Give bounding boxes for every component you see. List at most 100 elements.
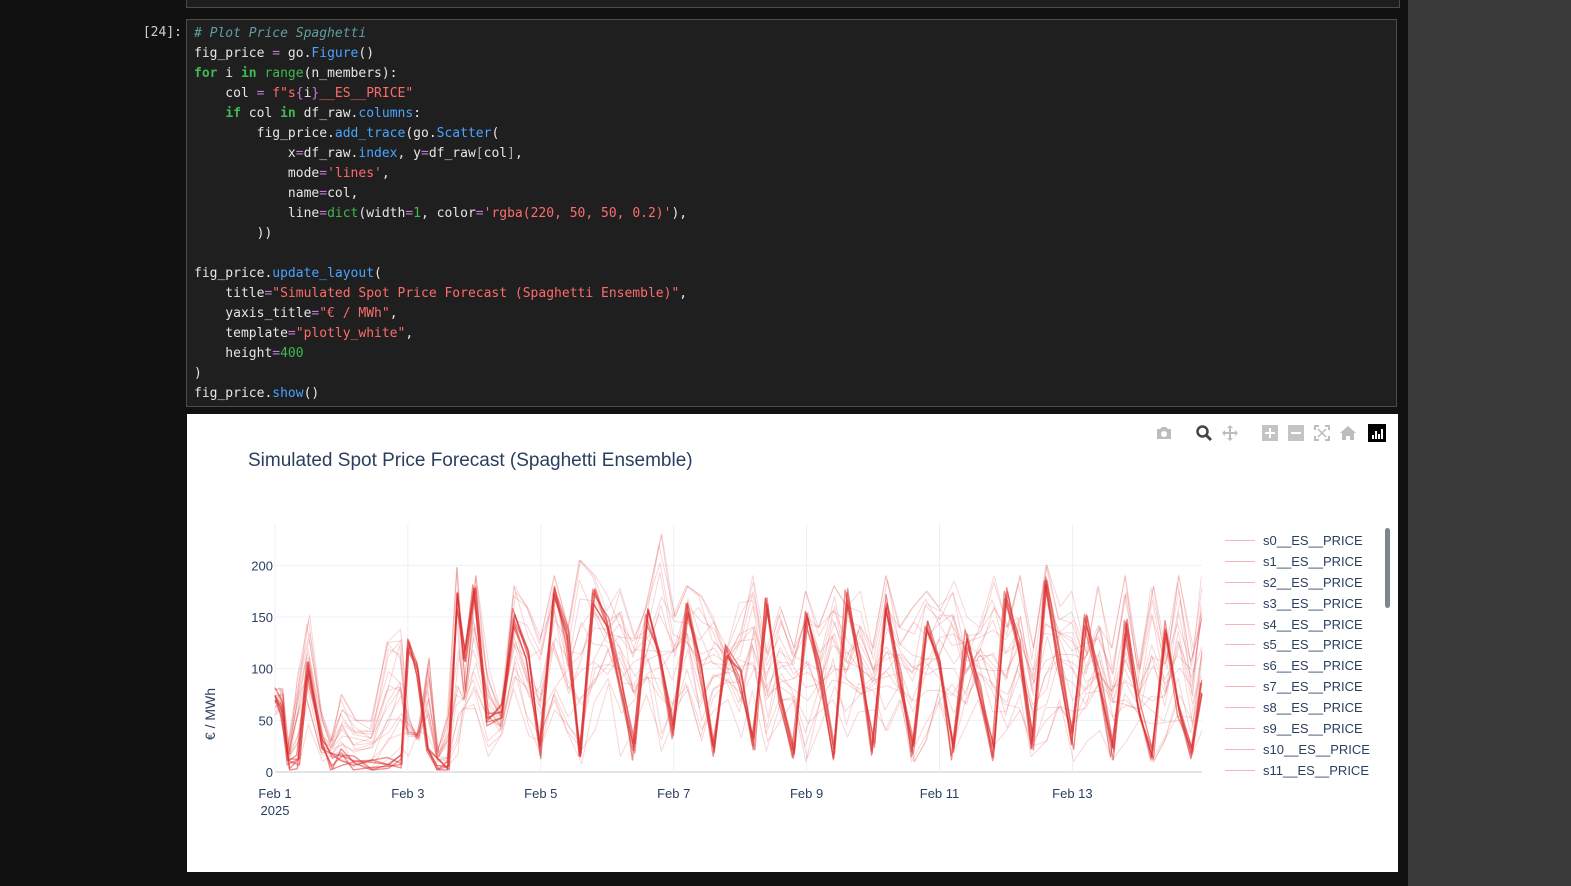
- legend-item[interactable]: s2__ES__PRICE: [1225, 572, 1370, 593]
- legend-swatch: [1225, 644, 1255, 646]
- code-line: line=dict(width=1, color='rgba(220, 50, …: [194, 204, 687, 224]
- legend-item[interactable]: s4__ES__PRICE: [1225, 614, 1370, 635]
- code-token: yaxis_title: [194, 306, 312, 321]
- code-line: mode='lines',: [194, 164, 687, 184]
- code-token: 400: [280, 346, 304, 361]
- legend-swatch: [1225, 686, 1255, 688]
- code-token: index: [358, 146, 398, 161]
- code-line: col = f"s{i}__ES__PRICE": [194, 84, 687, 104]
- code-token: i: [217, 66, 241, 81]
- code-token: height: [194, 346, 273, 361]
- code-line: for i in range(n_members):: [194, 64, 687, 84]
- code-line: yaxis_title="€ / MWh",: [194, 304, 687, 324]
- previous-cell: [186, 0, 1400, 8]
- code-token: if: [225, 106, 241, 121]
- legend-label: s9__ES__PRICE: [1263, 720, 1363, 736]
- legend-swatch: [1225, 581, 1255, 583]
- code-token: in: [280, 106, 296, 121]
- code-line: template="plotly_white",: [194, 324, 687, 344]
- legend-item[interactable]: s9__ES__PRICE: [1225, 718, 1370, 739]
- legend-label: s6__ES__PRICE: [1263, 658, 1363, 674]
- code-token: =: [295, 146, 304, 161]
- x-tick-label: Feb 13: [1052, 786, 1092, 801]
- code-token: (: [374, 266, 382, 281]
- code-editor[interactable]: # Plot Price Spaghetti fig_price = go.Fig…: [194, 24, 687, 404]
- code-token: (): [358, 46, 375, 61]
- code-token: ,: [679, 286, 688, 301]
- legend-label: s3__ES__PRICE: [1263, 595, 1363, 611]
- plot-area[interactable]: 0 50 100 150 200 Feb 1 2025 Feb 3 Feb 5 Feb 7 Feb …: [187, 414, 1398, 872]
- legend-item[interactable]: s6__ES__PRICE: [1225, 655, 1370, 676]
- code-token: f"s: [272, 86, 296, 101]
- legend-item[interactable]: s5__ES__PRICE: [1225, 634, 1370, 655]
- legend-item[interactable]: s8__ES__PRICE: [1225, 697, 1370, 718]
- x-tick-label: Feb 7: [657, 786, 690, 801]
- y-tick-label: 200: [251, 558, 273, 573]
- code-token: ),: [671, 206, 688, 221]
- right-gutter: [1408, 0, 1571, 886]
- code-line: # Plot Price Spaghetti: [194, 24, 687, 44]
- code-token: line: [194, 206, 320, 221]
- code-token: # Plot Price Spaghetti: [194, 26, 367, 41]
- code-line: if col in df_raw.columns:: [194, 104, 687, 124]
- legend-item[interactable]: s11__ES__PRICE: [1225, 760, 1370, 781]
- code-token: Figure: [311, 46, 359, 61]
- code-token: col: [483, 146, 508, 161]
- plot-output: Simulated Spot Price Forecast (Spaghetti…: [187, 414, 1398, 872]
- x-tick-label: Feb 1 2025: [258, 786, 291, 818]
- code-token: range: [264, 66, 304, 81]
- code-token: "Simulated Spot Price Forecast (Spaghett…: [272, 286, 680, 301]
- code-token: =: [421, 146, 429, 161]
- code-token: {: [295, 86, 304, 101]
- code-token: ,: [381, 166, 390, 181]
- code-token: (n_members):: [303, 66, 398, 81]
- code-token: 'lines': [327, 166, 382, 181]
- legend-item[interactable]: s0__ES__PRICE: [1225, 530, 1370, 551]
- code-token: )): [194, 226, 273, 241]
- code-token: in: [240, 66, 257, 81]
- code-token: =: [319, 186, 328, 201]
- legend-label: s11__ES__PRICE: [1263, 762, 1369, 778]
- code-token: =: [405, 206, 414, 221]
- code-line: fig_price.show(): [194, 384, 687, 404]
- code-token: template: [194, 326, 288, 341]
- legend-item[interactable]: s10__ES__PRICE: [1225, 739, 1370, 760]
- code-cell[interactable]: # Plot Price Spaghetti fig_price = go.Fig…: [186, 19, 1397, 407]
- code-token: for: [194, 66, 218, 81]
- code-token: =: [287, 326, 296, 341]
- x-tick-label: Feb 9: [790, 786, 823, 801]
- code-line: fig_price.add_trace(go.Scatter(: [194, 124, 687, 144]
- code-token: fig_price: [194, 46, 273, 61]
- code-token: update_layout: [272, 266, 375, 281]
- legend-swatch: [1225, 769, 1255, 771]
- x-tick-label: Feb 11: [920, 786, 960, 801]
- legend-swatch: [1225, 748, 1255, 750]
- code-token: col,: [327, 186, 359, 201]
- code-token: , y: [397, 146, 421, 161]
- code-token: df_raw.: [295, 106, 359, 121]
- code-token: col: [194, 86, 257, 101]
- code-line: fig_price.update_layout(: [194, 264, 687, 284]
- legend-label: s0__ES__PRICE: [1263, 532, 1363, 548]
- code-token: ]: [507, 146, 515, 161]
- x-tick-label: Feb 3: [391, 786, 424, 801]
- legend-label: s2__ES__PRICE: [1263, 574, 1363, 590]
- code-token: =: [272, 46, 281, 61]
- code-token: x: [194, 146, 296, 161]
- code-token: ,: [514, 146, 523, 161]
- legend-item[interactable]: s7__ES__PRICE: [1225, 676, 1370, 697]
- legend-scrollbar[interactable]: [1385, 528, 1390, 608]
- left-gutter: [0, 0, 96, 886]
- legend-swatch: [1225, 665, 1255, 667]
- code-token: show: [272, 386, 304, 401]
- code-token: title: [194, 286, 265, 301]
- legend-swatch: [1225, 539, 1255, 541]
- code-token: ,: [389, 306, 398, 321]
- code-token: dict: [327, 206, 359, 221]
- legend-item[interactable]: s1__ES__PRICE: [1225, 551, 1370, 572]
- legend-item[interactable]: s3__ES__PRICE: [1225, 593, 1370, 614]
- code-token: fig_price.: [194, 126, 335, 141]
- legend-swatch: [1225, 623, 1255, 625]
- code-token: __ES__PRICE": [319, 86, 414, 101]
